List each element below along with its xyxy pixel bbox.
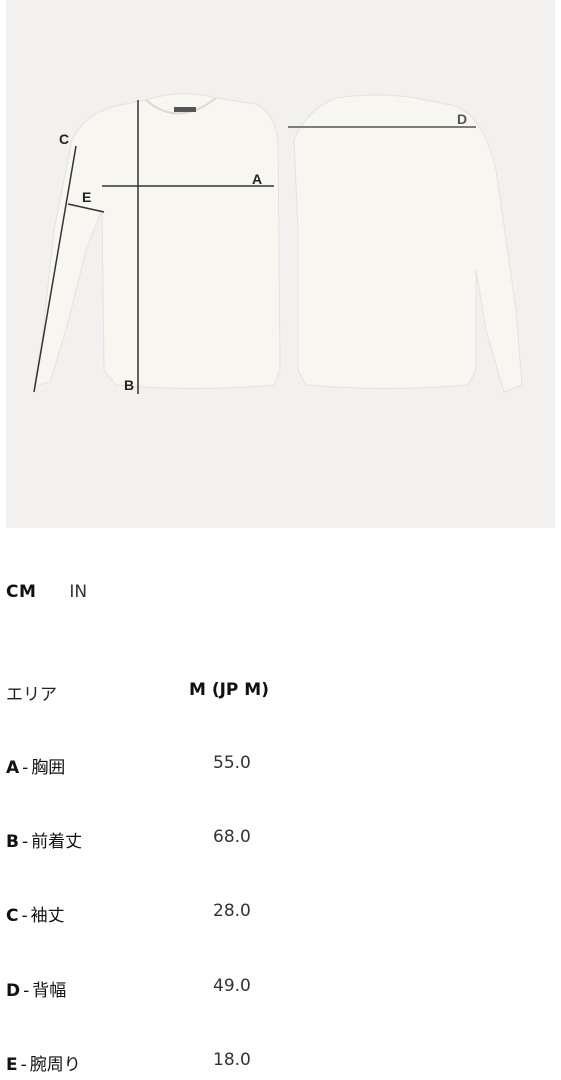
column-area-header: エリア <box>6 685 57 705</box>
label-b: B <box>124 377 134 393</box>
table-row: D - 背幅 49.0 <box>6 976 526 1001</box>
unit-toggle: CM IN <box>6 582 87 602</box>
product-measurement-image: A B C D E <box>6 0 555 528</box>
label-d: D <box>457 111 467 127</box>
sweater-diagram: A B C D E <box>33 92 523 394</box>
label-e: E <box>82 189 91 205</box>
row-value: 68.0 <box>213 827 251 847</box>
row-name: 背幅 <box>32 981 67 1001</box>
table-row: B - 前着丈 68.0 <box>6 827 526 852</box>
label-a: A <box>252 171 262 187</box>
row-separator: - <box>21 832 29 852</box>
table-row: E - 腕周り 18.0 <box>6 1050 526 1075</box>
row-name: 胸囲 <box>31 758 66 778</box>
front-sweater-shape <box>33 92 281 389</box>
row-name: 前着丈 <box>31 832 83 852</box>
brand-tag <box>174 107 196 112</box>
row-letter: C <box>6 906 19 926</box>
size-table-header: エリア M (JP M) <box>6 680 526 705</box>
column-size-header: M (JP M) <box>189 680 269 700</box>
back-sweater-shape <box>293 94 523 393</box>
row-name: 袖丈 <box>30 906 65 926</box>
row-separator: - <box>20 1055 27 1075</box>
row-separator: - <box>21 906 28 926</box>
row-value: 18.0 <box>213 1050 251 1070</box>
row-separator: - <box>23 981 30 1001</box>
row-separator: - <box>22 758 29 778</box>
unit-cm-button[interactable]: CM <box>6 582 36 602</box>
table-row: C - 袖丈 28.0 <box>6 901 526 926</box>
row-letter: B <box>6 832 19 852</box>
row-value: 49.0 <box>213 976 251 996</box>
table-row: A - 胸囲 55.0 <box>6 753 526 778</box>
row-value: 28.0 <box>213 901 251 921</box>
row-letter: D <box>6 981 21 1001</box>
row-value: 55.0 <box>213 753 251 773</box>
row-name: 腕周り <box>29 1055 81 1075</box>
label-c: C <box>59 131 69 147</box>
unit-in-button[interactable]: IN <box>69 582 87 602</box>
row-letter: A <box>6 758 20 778</box>
row-letter: E <box>6 1055 18 1075</box>
